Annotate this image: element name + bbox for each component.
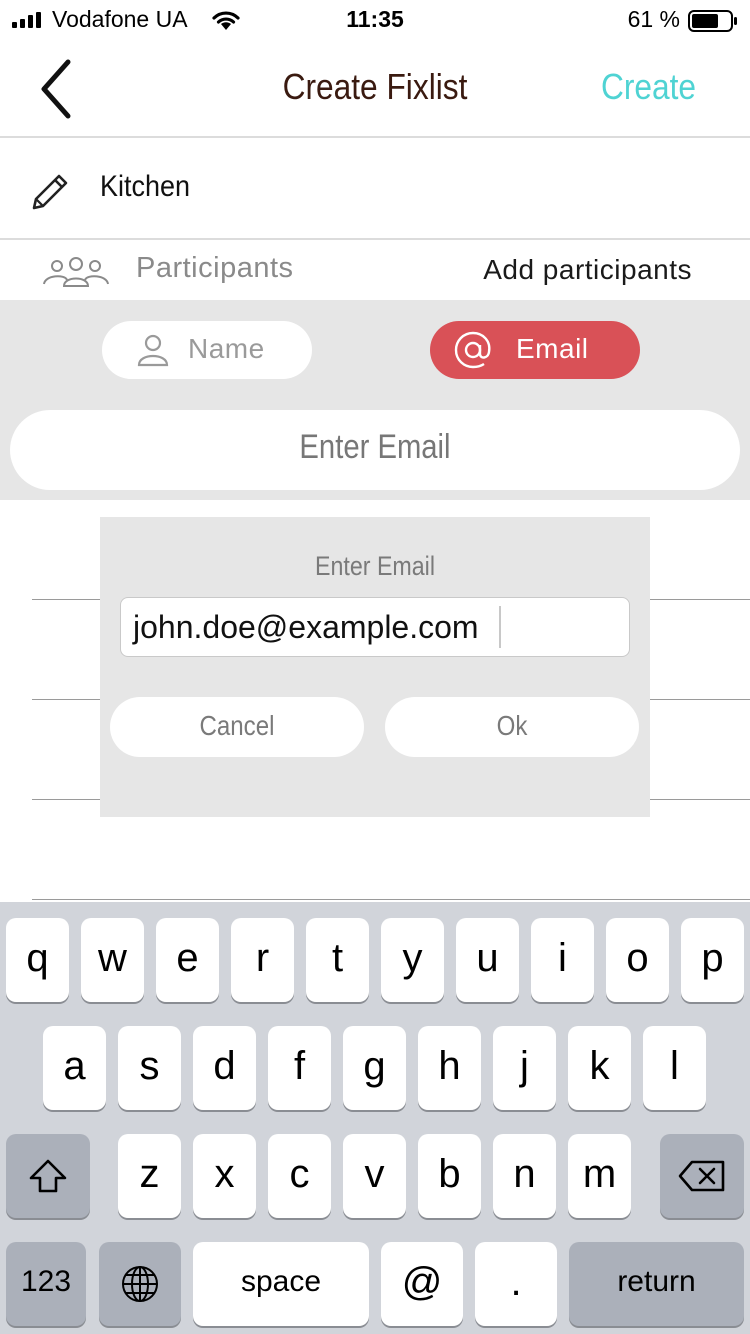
email-mode-button[interactable]: Email	[430, 321, 640, 379]
backspace-key[interactable]	[660, 1134, 744, 1218]
shift-key[interactable]	[6, 1134, 90, 1218]
participants-label: Participants	[136, 252, 294, 284]
shift-arrow-icon	[29, 1159, 67, 1193]
globe-key[interactable]	[99, 1242, 181, 1326]
key-j[interactable]: j	[493, 1026, 556, 1110]
key-o[interactable]: o	[606, 918, 669, 1002]
globe-icon	[122, 1266, 158, 1302]
list-divider	[32, 899, 750, 900]
key-e[interactable]: e	[156, 918, 219, 1002]
at-key[interactable]: @	[381, 1242, 463, 1326]
enter-email-dialog: Enter Email john.doe@example.com Cancel …	[100, 517, 650, 817]
backspace-icon	[678, 1160, 725, 1192]
key-f[interactable]: f	[268, 1026, 331, 1110]
cancel-button[interactable]: Cancel	[110, 697, 364, 757]
key-n[interactable]: n	[493, 1134, 556, 1218]
key-u[interactable]: u	[456, 918, 519, 1002]
key-p[interactable]: p	[681, 918, 744, 1002]
key-i[interactable]: i	[531, 918, 594, 1002]
numbers-key[interactable]: 123	[6, 1242, 86, 1326]
key-g[interactable]: g	[343, 1026, 406, 1110]
email-mode-label: Email	[516, 333, 589, 364]
key-v[interactable]: v	[343, 1134, 406, 1218]
key-z[interactable]: z	[118, 1134, 181, 1218]
pencil-icon	[32, 174, 68, 210]
user-icon	[137, 334, 169, 367]
key-x[interactable]: x	[193, 1134, 256, 1218]
name-mode-button[interactable]: Name	[102, 321, 312, 379]
dialog-email-field[interactable]: john.doe@example.com	[120, 597, 630, 657]
dot-key[interactable]: .	[475, 1242, 557, 1326]
return-key[interactable]: return	[569, 1242, 744, 1326]
key-d[interactable]: d	[193, 1026, 256, 1110]
dialog-title: Enter Email	[314, 551, 436, 581]
cancel-button-label: Cancel	[199, 710, 275, 741]
key-h[interactable]: h	[418, 1026, 481, 1110]
email-input-placeholder: Enter Email	[299, 428, 451, 466]
name-mode-label: Name	[188, 333, 265, 364]
ok-button-label: Ok	[496, 710, 528, 741]
space-key[interactable]: space	[193, 1242, 369, 1326]
key-y[interactable]: y	[381, 918, 444, 1002]
key-r[interactable]: r	[231, 918, 294, 1002]
battery-icon	[688, 10, 737, 32]
create-button[interactable]: Create	[601, 66, 696, 108]
participants-row: Participants Add participants	[0, 242, 750, 300]
add-participant-panel: Name Email Enter Email	[0, 300, 750, 500]
key-t[interactable]: t	[306, 918, 369, 1002]
people-icon	[43, 257, 109, 287]
ok-button[interactable]: Ok	[385, 697, 639, 757]
key-k[interactable]: k	[568, 1026, 631, 1110]
add-participants-link[interactable]: Add participants	[483, 254, 692, 286]
keyboard: q w e r t y u i o p a s d f g h j k l z …	[0, 902, 750, 1334]
key-s[interactable]: s	[118, 1026, 181, 1110]
navigation-bar: Create Fixlist Create	[0, 42, 750, 138]
fixlist-name: Kitchen	[100, 170, 191, 203]
email-input[interactable]: Enter Email	[10, 410, 740, 490]
key-m[interactable]: m	[568, 1134, 631, 1218]
text-cursor	[499, 606, 501, 648]
fixlist-name-row[interactable]: Kitchen	[0, 140, 750, 240]
status-bar: Vodafone UA 11:35 61 %	[0, 0, 750, 42]
dialog-email-value: john.doe@example.com	[133, 609, 479, 645]
key-w[interactable]: w	[81, 918, 144, 1002]
key-b[interactable]: b	[418, 1134, 481, 1218]
at-sign-icon	[454, 331, 491, 369]
key-l[interactable]: l	[643, 1026, 706, 1110]
battery-percentage: 61 %	[627, 6, 680, 32]
key-c[interactable]: c	[268, 1134, 331, 1218]
key-q[interactable]: q	[6, 918, 69, 1002]
key-a[interactable]: a	[43, 1026, 106, 1110]
